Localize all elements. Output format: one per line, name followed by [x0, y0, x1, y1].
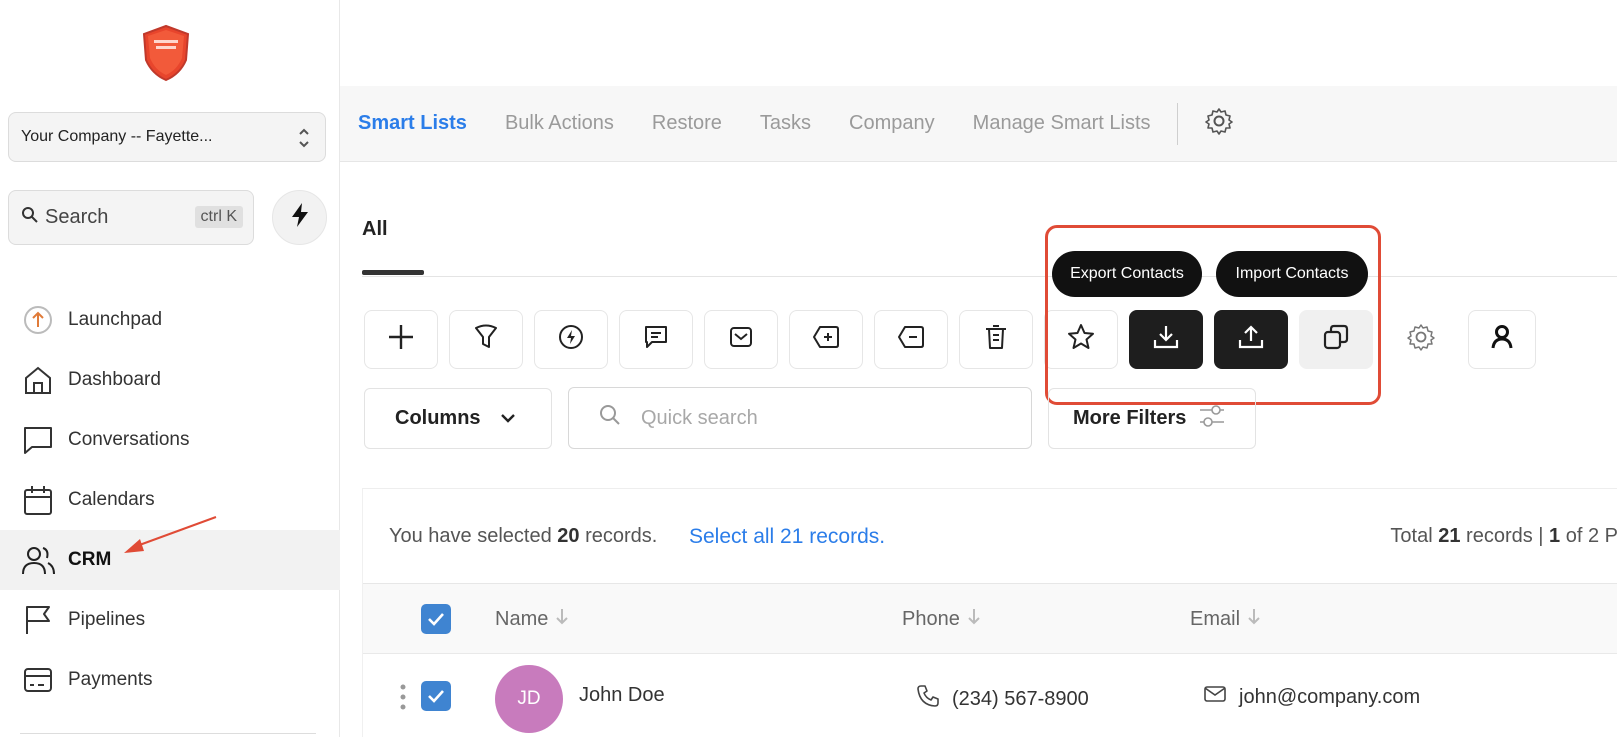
sort-arrow-icon	[548, 607, 570, 631]
selection-bar: You have selected 20 records. Select all…	[363, 489, 1617, 584]
search-icon	[21, 206, 45, 230]
top-nav: Smart Lists Bulk Actions Restore Tasks C…	[340, 86, 1617, 162]
settings-icon	[1406, 322, 1436, 357]
delete-button[interactable]	[959, 310, 1033, 369]
plus-icon	[387, 323, 415, 356]
remove-tag-button[interactable]	[874, 310, 948, 369]
search-icon	[599, 404, 641, 432]
users-icon	[20, 542, 56, 578]
contact-name[interactable]: John Doe	[579, 684, 665, 707]
sidebar-item-pipelines[interactable]: Pipelines	[0, 590, 340, 650]
tab-tasks[interactable]: Tasks	[760, 112, 811, 135]
calendar-icon	[20, 482, 56, 518]
add-to-workflow-button[interactable]	[534, 310, 608, 369]
select-all-link[interactable]: Select all 21 records.	[689, 525, 885, 549]
tab-all[interactable]: All	[362, 218, 388, 241]
filter-icon	[473, 324, 499, 355]
sidebar-divider	[20, 733, 316, 734]
pipeline-button[interactable]	[449, 310, 523, 369]
sidebar-search[interactable]: Search ctrl K	[8, 190, 254, 245]
toolbar-settings-button[interactable]	[1384, 310, 1458, 369]
sidebar-item-label: Conversations	[68, 429, 190, 450]
sidebar-item-payments[interactable]: Payments	[0, 650, 340, 710]
person-icon	[1490, 324, 1514, 355]
total-records-text: Total 21 records | 1 of 2 P	[1390, 525, 1617, 547]
remove-tag-icon	[897, 324, 925, 355]
highlight-annotation	[1045, 225, 1381, 405]
home-icon	[20, 362, 56, 398]
sidebar-item-launchpad[interactable]: Launchpad	[0, 290, 340, 350]
chevron-down-icon	[481, 407, 517, 430]
sort-arrow-icon	[960, 607, 982, 631]
send-sms-button[interactable]	[619, 310, 693, 369]
row-checkbox[interactable]	[421, 681, 451, 711]
settings-gear-icon[interactable]	[1204, 106, 1234, 141]
sidebar-item-label: Payments	[68, 669, 153, 690]
more-filters-button[interactable]: More Filters	[1048, 388, 1256, 449]
more-filters-label: More Filters	[1073, 407, 1187, 429]
company-switcher[interactable]: Your Company -- Fayette...	[8, 112, 326, 162]
chevron-updown-icon	[297, 124, 311, 152]
contact-email[interactable]: john@company.com	[1203, 684, 1420, 710]
payments-icon	[20, 662, 56, 698]
columns-dropdown[interactable]: Columns	[364, 388, 552, 449]
flag-icon	[20, 602, 56, 638]
sidebar-item-label: CRM	[68, 549, 112, 570]
sidebar-item-label: Launchpad	[68, 309, 163, 330]
quick-search-placeholder: Quick search	[641, 406, 758, 429]
table-header: Name Phone Email	[363, 584, 1617, 654]
avatar: JD	[495, 665, 563, 733]
company-logo	[140, 24, 192, 82]
sliders-icon	[1186, 403, 1226, 435]
add-tag-icon	[812, 324, 840, 355]
select-all-checkbox[interactable]	[421, 604, 451, 634]
sidebar-item-conversations[interactable]: Conversations	[0, 410, 340, 470]
launchpad-icon	[20, 302, 56, 338]
tab-restore[interactable]: Restore	[652, 112, 722, 135]
quick-search-input[interactable]: Quick search	[568, 387, 1032, 449]
app-root: Your Company -- Fayette... Search ctrl K…	[0, 0, 1617, 737]
annotation-arrow-icon	[124, 516, 217, 553]
bolt-icon	[289, 202, 311, 233]
column-header-phone[interactable]: Phone	[902, 607, 982, 631]
tab-bulk-actions[interactable]: Bulk Actions	[505, 112, 614, 135]
column-header-email[interactable]: Email	[1190, 607, 1262, 631]
contact-phone[interactable]: (234) 567-8900	[916, 684, 1089, 714]
sidebar: Your Company -- Fayette... Search ctrl K…	[0, 0, 340, 737]
columns-label: Columns	[395, 407, 481, 429]
sidebar-item-label: Calendars	[68, 489, 155, 510]
phone-icon	[916, 684, 952, 714]
sort-arrow-icon	[1240, 607, 1262, 631]
quick-actions-button[interactable]	[272, 190, 327, 245]
delete-icon	[984, 324, 1008, 355]
send-email-button[interactable]	[704, 310, 778, 369]
column-header-name[interactable]: Name	[495, 607, 570, 631]
sidebar-nav: Launchpad Dashboard Conversations Calend…	[0, 290, 340, 710]
tab-company[interactable]: Company	[849, 112, 935, 135]
tab-manage-smart-lists[interactable]: Manage Smart Lists	[973, 112, 1151, 135]
tab-divider	[1176, 102, 1178, 145]
company-name: Your Company -- Fayette...	[21, 128, 213, 145]
table-row[interactable]: JD John Doe (234) 567-8900 john@company.…	[363, 654, 1617, 737]
tab-smart-lists[interactable]: Smart Lists	[358, 112, 467, 135]
selected-count-text: You have selected 20 records.	[389, 525, 658, 547]
sidebar-item-dashboard[interactable]: Dashboard	[0, 350, 340, 410]
contacts-table: You have selected 20 records. Select all…	[362, 488, 1617, 737]
chat-icon	[20, 422, 56, 458]
drag-handle-icon[interactable]	[399, 684, 407, 715]
message-icon	[643, 324, 669, 355]
email-icon	[728, 324, 754, 355]
email-icon	[1203, 684, 1239, 710]
sidebar-item-label: Dashboard	[68, 369, 161, 390]
search-label: Search	[45, 206, 109, 228]
add-contact-button[interactable]	[364, 310, 438, 369]
active-tab-indicator	[362, 270, 424, 275]
add-tag-button[interactable]	[789, 310, 863, 369]
search-shortcut: ctrl K	[194, 206, 243, 228]
assign-user-button[interactable]	[1468, 310, 1536, 369]
smart-list-tabs: All	[362, 200, 1617, 277]
sidebar-item-label: Pipelines	[68, 609, 146, 630]
workflow-icon	[558, 324, 584, 355]
